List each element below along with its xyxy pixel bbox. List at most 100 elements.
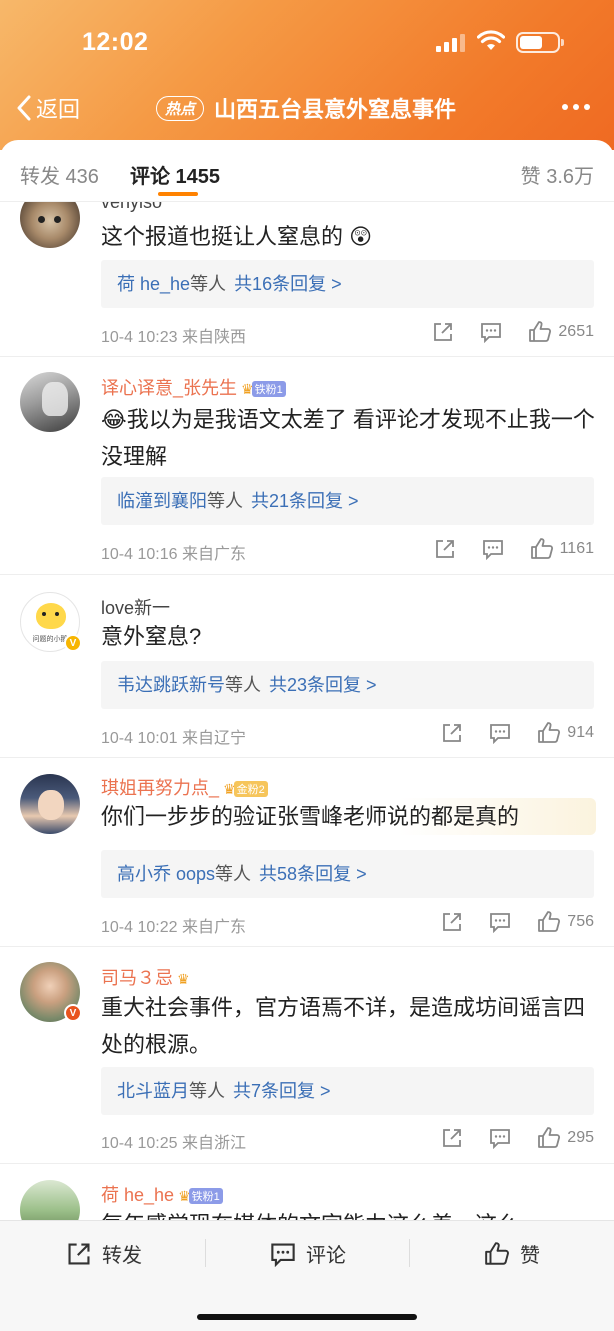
comment-meta: 10-4 10:23 来自陕西: [101, 329, 246, 346]
comment-icon[interactable]: [489, 1127, 511, 1149]
comment-item: 荷 he_he♛铁粉1 每年感觉现在媒体的文字能力这么差，这么: [0, 1164, 614, 1220]
comment-item: 琪姐再努力点_ ♛ 金粉2 你们一步步的验证张雪峰老师说的都是真的 高小乔 oops…: [0, 758, 614, 947]
thumbs-up-icon: [530, 538, 553, 559]
nav-bar: 返回 热点 山西五台县意外窒息事件: [0, 82, 614, 134]
avatar[interactable]: [20, 202, 80, 248]
reply-count[interactable]: 共7条回复 >: [233, 1081, 331, 1101]
comment-text: 重大社会事件，官方语焉不详，是造成坊间谣言四处的根源。: [101, 995, 586, 1057]
comment-list: venyiso 这个报道也挺让人窒息的 😲 荷 he_he等人 共16条回复 > …: [0, 202, 614, 1220]
home-indicator[interactable]: [197, 1314, 417, 1320]
like-button[interactable]: 756: [537, 910, 594, 934]
like-button[interactable]: 914: [537, 721, 594, 745]
comment-text: 😂我以为是我语文太差了 看评论才发现不止我一个没理解: [101, 407, 595, 469]
comment-actions: 1161: [408, 537, 594, 561]
tab-repost[interactable]: 转发 436: [20, 160, 99, 189]
fan-badge: ♛: [177, 971, 190, 988]
reply-count[interactable]: 共21条回复 >: [251, 491, 359, 511]
comment-meta: 10-4 10:22 来自广东: [101, 919, 246, 936]
like-count: 914: [567, 724, 594, 741]
username-text[interactable]: 司马３忌: [101, 968, 173, 988]
username[interactable]: 译心译意_张先生 ♛ 铁粉1: [101, 374, 286, 400]
username-text[interactable]: 荷 he_he: [101, 1185, 174, 1205]
username[interactable]: love新一: [101, 594, 170, 620]
reply-mid: 等人: [215, 864, 252, 884]
reply-summary[interactable]: 荷 he_he等人 共16条回复 >: [101, 260, 594, 308]
fan-badge-label: 金粉2: [233, 781, 268, 798]
comment-icon[interactable]: [480, 321, 502, 343]
reply-name[interactable]: 北斗蓝月: [117, 1081, 189, 1101]
verified-badge-icon: V: [64, 1004, 82, 1022]
reply-name[interactable]: 高小乔 oops: [117, 864, 215, 884]
reply-summary[interactable]: 韦达跳跃新号等人 共23条回复 >: [101, 661, 594, 709]
reply-count[interactable]: 共16条回复 >: [234, 274, 342, 294]
like-button[interactable]: 1161: [530, 537, 594, 561]
reply-summary[interactable]: 高小乔 oops等人 共58条回复 >: [101, 850, 594, 898]
comment-button[interactable]: 评论: [270, 1239, 346, 1268]
battery-icon: [516, 32, 564, 53]
avatar[interactable]: [20, 774, 80, 834]
reply-name[interactable]: 荷 he_he: [117, 274, 190, 294]
comment-icon[interactable]: [482, 538, 504, 560]
username-text[interactable]: 译心译意_张先生: [101, 378, 237, 398]
reply-mid: 等人: [225, 675, 261, 695]
chevron-left-icon: [17, 95, 31, 121]
bottom-action-bar: 转发 评论 赞: [0, 1220, 614, 1331]
fan-badge-label: 铁粉1: [188, 1188, 223, 1205]
avatar[interactable]: [20, 372, 80, 432]
repost-label: 转发: [102, 1245, 142, 1267]
status-time: 12:02: [82, 28, 149, 56]
share-icon[interactable]: [432, 321, 454, 343]
reply-count[interactable]: 共23条回复 >: [269, 675, 377, 695]
username-text[interactable]: 琪姐再努力点_: [101, 778, 219, 798]
reply-name[interactable]: 临潼到襄阳: [117, 491, 207, 511]
comment-meta: 10-4 10:16 来自广东: [101, 546, 246, 563]
topic-header[interactable]: 热点 山西五台县意外窒息事件: [156, 92, 456, 124]
comment-actions: 756: [415, 910, 594, 934]
share-icon[interactable]: [441, 722, 463, 744]
tab-like[interactable]: 赞 3.6万: [521, 160, 594, 189]
share-icon[interactable]: [441, 911, 463, 933]
status-bar: 12:02: [0, 0, 614, 80]
tab-comment[interactable]: 评论 1455: [130, 160, 220, 189]
comment-actions: 2651: [406, 320, 594, 344]
crown-icon: ♛: [177, 970, 190, 987]
avatar[interactable]: [20, 1180, 80, 1220]
share-icon: [68, 1242, 90, 1265]
comment-label: 评论: [306, 1245, 346, 1267]
reply-summary[interactable]: 临潼到襄阳等人 共21条回复 >: [101, 477, 594, 525]
username[interactable]: 琪姐再努力点_ ♛ 金粉2: [101, 774, 268, 800]
username[interactable]: 荷 he_he ♛ 铁粉1: [101, 1181, 223, 1207]
like-count: 295: [567, 1129, 594, 1146]
reply-mid: 等人: [207, 491, 243, 511]
reply-count[interactable]: 共58条回复 >: [259, 864, 367, 884]
comment-icon: [271, 1242, 295, 1267]
like-label: 赞: [520, 1245, 540, 1267]
comment-meta: 10-4 10:25 来自浙江: [101, 1135, 246, 1152]
repost-button[interactable]: 转发: [66, 1239, 142, 1268]
signal-icon: [436, 34, 468, 52]
username[interactable]: venyiso: [101, 202, 162, 213]
divider: [409, 1239, 410, 1267]
reply-summary[interactable]: 北斗蓝月等人 共7条回复 >: [101, 1067, 594, 1115]
divider: [205, 1239, 206, 1267]
thumbs-up-icon: [529, 321, 552, 342]
more-icon[interactable]: [562, 104, 595, 110]
back-button[interactable]: 返回: [16, 92, 80, 124]
like-count: 756: [567, 913, 594, 930]
like-button[interactable]: 295: [537, 1126, 594, 1150]
like-button[interactable]: 赞: [484, 1239, 540, 1268]
share-icon[interactable]: [441, 1127, 463, 1149]
reply-name[interactable]: 韦达跳跃新号: [117, 675, 225, 695]
tab-bar: 转发 436 评论 1455 赞 3.6万: [0, 140, 614, 202]
comment-icon[interactable]: [489, 911, 511, 933]
reply-mid: 等人: [190, 274, 227, 294]
verified-badge-icon: V: [64, 634, 82, 652]
username[interactable]: 司马３忌 ♛: [101, 964, 190, 990]
comment-text: 这个报道也挺让人窒息的 😲: [101, 224, 373, 249]
like-button[interactable]: 2651: [528, 320, 594, 344]
fan-badge: ♛ 金粉2: [223, 781, 268, 798]
comment-sheet: 转发 436 评论 1455 赞 3.6万 venyiso 这个报道也挺让人窒息…: [0, 140, 614, 1220]
comment-icon[interactable]: [489, 722, 511, 744]
share-icon[interactable]: [434, 538, 456, 560]
topic-title: 山西五台县意外窒息事件: [214, 97, 457, 122]
